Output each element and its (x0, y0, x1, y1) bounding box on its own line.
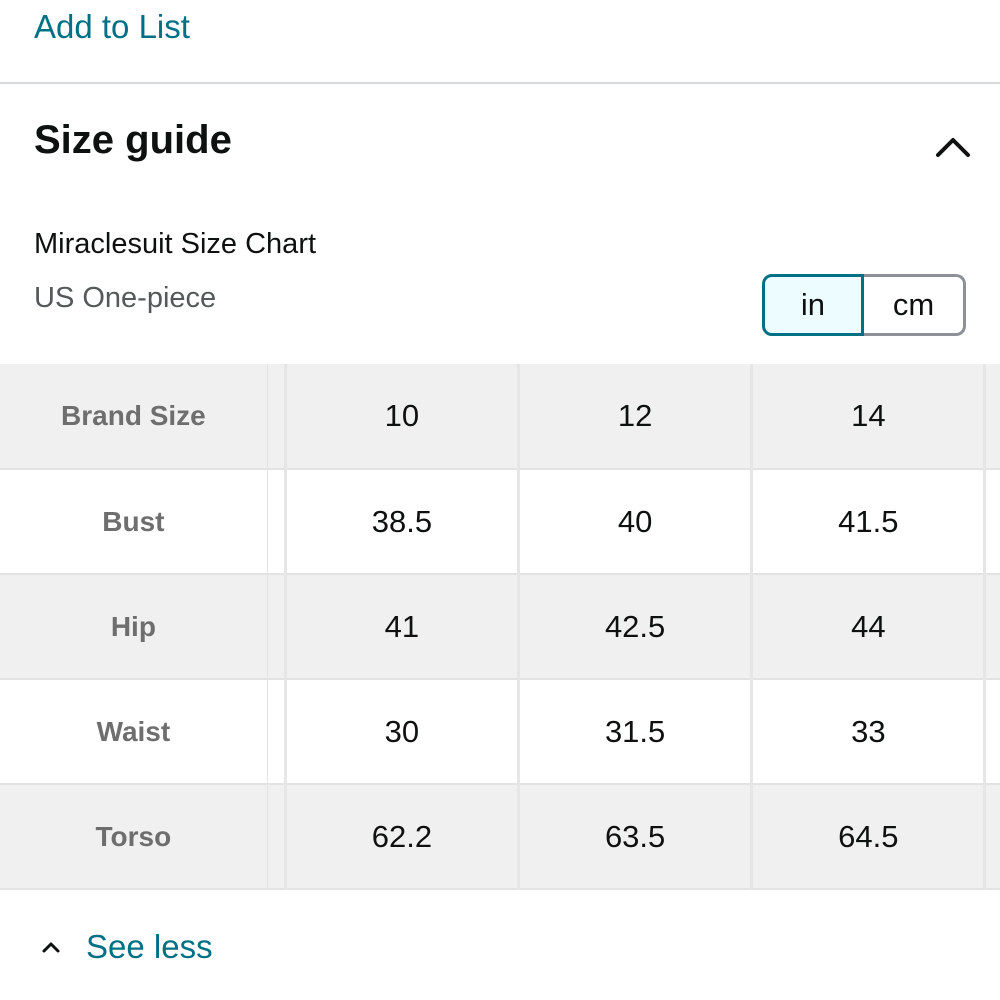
collapse-button[interactable] (930, 124, 976, 170)
table-cell: 41 (285, 574, 521, 679)
row-label: Hip (0, 574, 268, 679)
see-less-link[interactable]: See less (38, 928, 213, 966)
table-row: Torso 62.2 63.5 64.5 (0, 784, 1000, 889)
unit-toggle: in cm (762, 274, 966, 336)
add-to-list-link[interactable]: Add to List (34, 8, 190, 46)
table-cell: 14 (751, 364, 987, 469)
unit-cm-button[interactable]: cm (864, 274, 966, 336)
chevron-up-icon (42, 942, 60, 953)
table-cell: 12 (518, 364, 754, 469)
row-label: Brand Size (0, 364, 268, 469)
table-cell: 30 (285, 679, 521, 784)
unit-in-button[interactable]: in (762, 274, 864, 336)
row-label: Waist (0, 679, 268, 784)
divider (0, 82, 1000, 84)
row-label: Bust (0, 469, 268, 574)
row-label: Torso (0, 784, 268, 889)
chart-name: Miraclesuit Size Chart (34, 228, 317, 260)
size-table: Brand Size 10 12 14 Bust 38.5 40 41.5 Hi… (0, 364, 1000, 890)
table-cell: 10 (285, 364, 521, 469)
table-row: Waist 30 31.5 33 (0, 679, 1000, 784)
table-cell: 63.5 (518, 784, 754, 889)
table-cell: 42.5 (518, 574, 754, 679)
table-row: Bust 38.5 40 41.5 (0, 469, 1000, 574)
table-cell: 38.5 (285, 469, 521, 574)
chevron-up-icon (936, 138, 970, 157)
table-cell: 31.5 (518, 679, 754, 784)
table-cell: 40 (518, 469, 754, 574)
table-cell: 64.5 (751, 784, 987, 889)
see-less-label: See less (86, 928, 213, 965)
table-cell: 41.5 (751, 469, 987, 574)
table-row: Brand Size 10 12 14 (0, 364, 1000, 469)
table-cell: 62.2 (285, 784, 521, 889)
table-row: Hip 41 42.5 44 (0, 574, 1000, 679)
size-guide-title: Size guide (34, 118, 232, 162)
table-cell: 44 (751, 574, 987, 679)
chart-subtitle: US One-piece (34, 282, 217, 314)
table-cell: 33 (751, 679, 987, 784)
